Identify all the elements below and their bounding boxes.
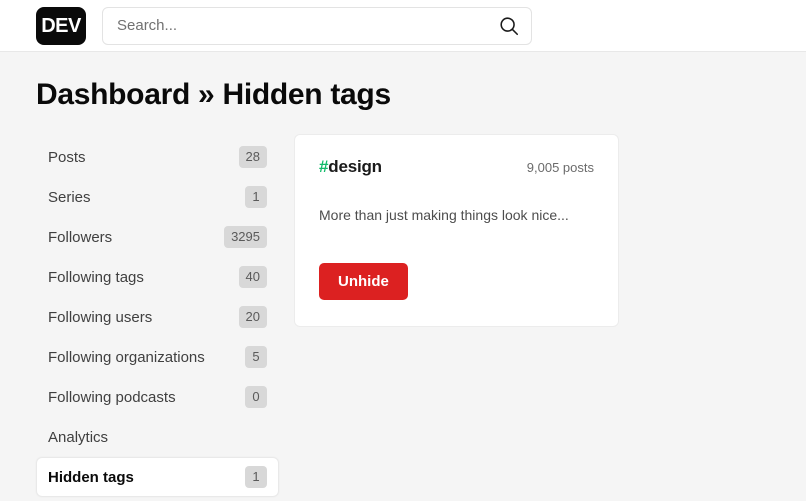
- sidebar-item-following-tags[interactable]: Following tags 40: [36, 257, 279, 297]
- sidebar-item-analytics[interactable]: Analytics: [36, 417, 279, 457]
- dev-logo[interactable]: DEV: [36, 6, 86, 45]
- sidebar-item-series[interactable]: Series 1: [36, 177, 279, 217]
- sidebar-item-label: Following organizations: [48, 348, 205, 366]
- page-body: Dashboard » Hidden tags Posts 28 Series 1 Fo…: [0, 52, 806, 497]
- sidebar-item-count-badge: 3295: [224, 226, 267, 248]
- tag-hash-symbol: #: [319, 157, 329, 176]
- tag-post-count: 9,005 posts: [526, 160, 594, 175]
- sidebar-item-count-badge: 40: [238, 266, 267, 288]
- sidebar-item-count-badge: 20: [238, 306, 267, 328]
- dashboard-layout: Posts 28 Series 1 Followers 3295 Following tag…: [36, 134, 770, 497]
- sidebar-item-count-badge: 0: [245, 386, 267, 408]
- sidebar-item-following-users[interactable]: Following users 20: [36, 297, 279, 337]
- sidebar-item-label: Following podcasts: [48, 388, 176, 406]
- sidebar-item-label: Hidden tags: [48, 468, 134, 486]
- sidebar-item-label: Posts: [48, 148, 86, 166]
- sidebar-item-label: Following users: [48, 308, 153, 326]
- sidebar-item-label: Analytics: [48, 428, 109, 446]
- hidden-tag-card: #design 9,005 posts More than just makin…: [294, 134, 619, 328]
- sidebar-item-hidden-tags[interactable]: Hidden tags 1: [36, 457, 279, 497]
- sidebar-item-label: Following tags: [48, 268, 144, 286]
- sidebar-item-count-badge: 5: [245, 346, 267, 368]
- search-icon[interactable]: [497, 14, 521, 38]
- sidebar-item-count-badge: 1: [245, 186, 267, 208]
- site-header: DEV: [0, 0, 806, 52]
- sidebar-item-followers[interactable]: Followers 3295: [36, 217, 279, 257]
- sidebar-item-count-badge: 28: [238, 146, 267, 168]
- dev-logo-text: DEV: [41, 14, 81, 37]
- sidebar-item-label: Series: [48, 188, 91, 206]
- tag-description: More than just making things look nice..…: [319, 207, 569, 223]
- sidebar-item-posts[interactable]: Posts 28: [36, 137, 279, 177]
- sidebar-item-following-podcasts[interactable]: Following podcasts 0: [36, 377, 279, 417]
- tag-name-text: design: [328, 157, 382, 176]
- tag-card-header: #design 9,005 posts: [319, 157, 594, 177]
- search-container: [102, 6, 532, 45]
- page-title: Dashboard » Hidden tags: [36, 78, 391, 111]
- sidebar-item-count-badge: 1: [245, 466, 267, 488]
- search-input[interactable]: [102, 6, 532, 45]
- dashboard-main: #design 9,005 posts More than just makin…: [294, 134, 770, 328]
- unhide-button[interactable]: Unhide: [319, 263, 408, 301]
- dashboard-sidebar: Posts 28 Series 1 Followers 3295 Following tag…: [36, 134, 279, 497]
- sidebar-item-following-organizations[interactable]: Following organizations 5: [36, 337, 279, 377]
- sidebar-item-label: Followers: [48, 228, 113, 246]
- tag-name[interactable]: #design: [319, 157, 382, 177]
